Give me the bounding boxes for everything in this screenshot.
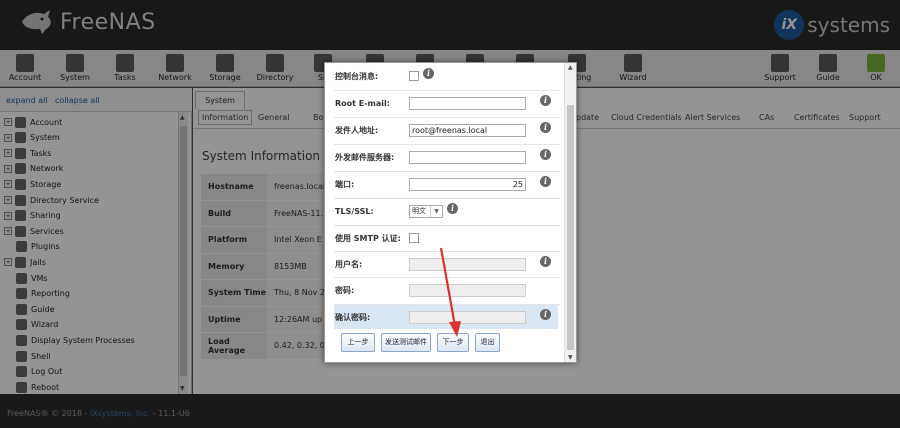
text-input — [409, 283, 526, 297]
form-row: 控制台消息: i — [335, 63, 559, 89]
row-divider — [334, 304, 560, 305]
field-container: 25 i — [409, 171, 559, 197]
text-input[interactable]: 25 — [409, 177, 526, 191]
form-row: 确认密码: i — [335, 304, 559, 330]
email-settings-dialog: 控制台消息: i Root E-mail: i 发件人地址: root@freenas.l… — [324, 62, 577, 363]
select-value: 明文 — [412, 207, 426, 215]
help-info-icon[interactable]: i — [540, 176, 551, 187]
text-input — [409, 310, 526, 324]
help-info-icon[interactable]: i — [540, 256, 551, 267]
field-container: i — [409, 90, 559, 116]
field-label: 密码: — [335, 285, 355, 295]
form-row: Root E-mail: i — [335, 90, 559, 116]
text-input[interactable] — [409, 96, 526, 110]
help-info-icon[interactable]: i — [540, 149, 551, 160]
dialog-scroll-up-icon[interactable]: ▲ — [568, 64, 573, 71]
form-row: 发件人地址: root@freenas.local i — [335, 117, 559, 143]
form-row: 用户名: i — [335, 251, 559, 277]
checkbox[interactable] — [409, 71, 419, 81]
send-test-mail-button[interactable]: 发送测试邮件 — [381, 333, 431, 352]
row-divider — [334, 225, 560, 226]
field-label: 用户名: — [335, 259, 363, 269]
field-container — [409, 277, 559, 303]
tls-select[interactable]: 明文 ▼ — [409, 204, 443, 218]
row-divider — [334, 198, 560, 199]
field-label: 发件人地址: — [335, 125, 379, 135]
exit-button[interactable]: 退出 — [475, 333, 500, 352]
field-label: 确认密码: — [335, 312, 371, 322]
dialog-scrollbar[interactable]: ▲ ▼ — [564, 63, 576, 362]
form-row: 端口: 25 i — [335, 171, 559, 197]
row-divider — [334, 90, 560, 91]
row-divider — [334, 251, 560, 252]
help-info-icon[interactable]: i — [423, 68, 434, 79]
field-label: 使用 SMTP 认证: — [335, 233, 401, 243]
field-container: i — [409, 251, 559, 277]
form-row: 外发邮件服务器: i — [335, 144, 559, 170]
field-label: 控制台消息: — [335, 71, 379, 81]
chevron-down-icon: ▼ — [430, 205, 442, 217]
row-divider — [334, 144, 560, 145]
field-label: 端口: — [335, 179, 355, 189]
field-container: 明文 ▼ i — [409, 198, 559, 224]
checkbox[interactable] — [409, 233, 419, 243]
field-container: root@freenas.local i — [409, 117, 559, 143]
field-container — [409, 225, 559, 251]
form-row: 密码: — [335, 277, 559, 303]
field-container: i — [409, 63, 559, 89]
field-label: TLS/SSL: — [335, 206, 374, 216]
help-info-icon[interactable]: i — [540, 122, 551, 133]
row-divider — [334, 117, 560, 118]
next-button[interactable]: 下一步 — [437, 333, 469, 352]
field-label: 外发邮件服务器: — [335, 152, 395, 162]
text-input — [409, 257, 526, 271]
prev-button[interactable]: 上一步 — [341, 333, 375, 352]
help-info-icon[interactable]: i — [540, 309, 551, 320]
help-info-icon[interactable]: i — [447, 203, 458, 214]
text-input[interactable]: root@freenas.local — [409, 123, 526, 137]
form-row: 使用 SMTP 认证: — [335, 225, 559, 251]
field-container: i — [409, 304, 559, 330]
row-divider — [334, 277, 560, 278]
dialog-scroll-down-icon[interactable]: ▼ — [568, 354, 573, 361]
help-info-icon[interactable]: i — [540, 95, 551, 106]
field-container: i — [409, 144, 559, 170]
field-label: Root E-mail: — [335, 98, 390, 108]
dialog-scroll-thumb[interactable] — [567, 105, 574, 350]
form-row: TLS/SSL: 明文 ▼ i — [335, 198, 559, 224]
text-input[interactable] — [409, 150, 526, 164]
row-divider — [334, 171, 560, 172]
